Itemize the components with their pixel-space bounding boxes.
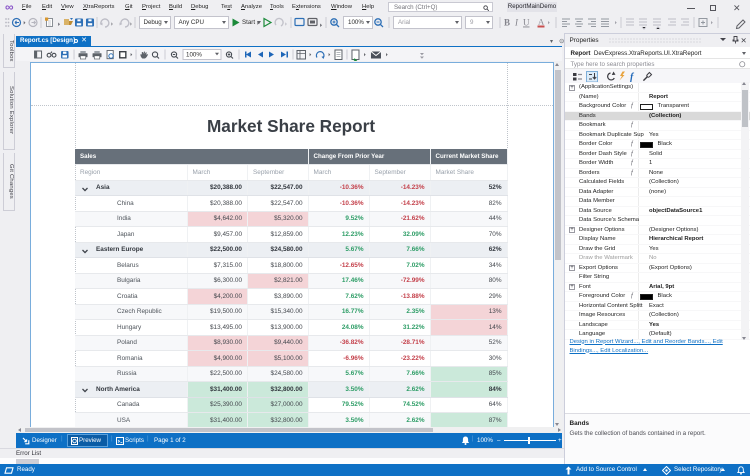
svg-text:f: f <box>630 72 635 82</box>
svg-text:U: U <box>523 18 530 28</box>
svg-text:B: B <box>504 18 510 28</box>
svg-text:100%: 100% <box>186 51 202 58</box>
svg-text:A: A <box>538 17 545 27</box>
svg-text:I: I <box>514 18 519 28</box>
